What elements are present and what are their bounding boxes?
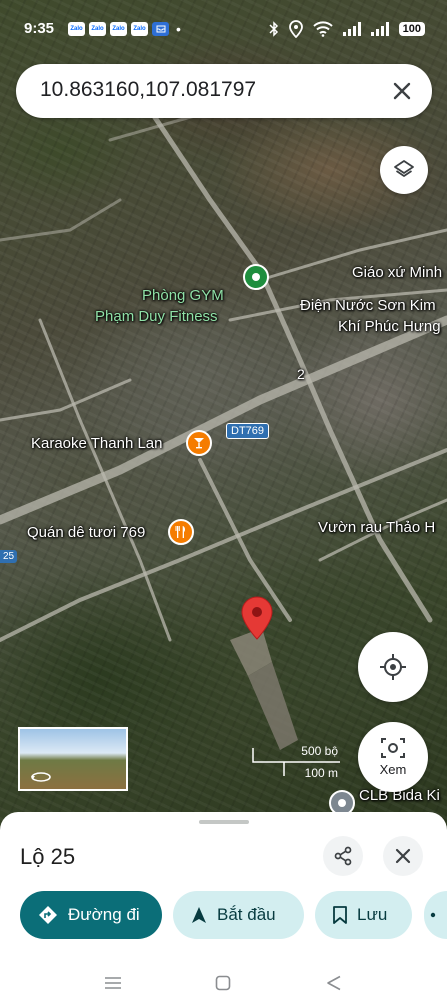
view-button[interactable]: Xem <box>358 722 428 792</box>
location-icon <box>288 20 303 38</box>
close-icon[interactable] <box>392 81 412 101</box>
map-scale: 500 bộ 100 m <box>252 744 342 780</box>
start-label: Bắt đầu <box>217 905 276 924</box>
battery-indicator: 100 <box>398 22 425 36</box>
zalo-icon: Zalo <box>89 22 106 36</box>
gym-pin-icon[interactable] <box>243 264 269 290</box>
close-icon <box>395 848 411 864</box>
tray-icon <box>156 25 165 33</box>
label-gym-line2[interactable]: Phạm Duy Fitness <box>95 308 218 325</box>
dropped-pin-icon[interactable] <box>241 596 273 640</box>
directions-button[interactable]: Đường đi <box>20 891 162 939</box>
wifi-icon <box>312 21 333 37</box>
scale-imperial: 500 bộ <box>301 744 338 758</box>
zalo-icon: Zalo <box>131 22 148 36</box>
pin-dot-icon <box>252 273 260 281</box>
zalo-icon: Zalo <box>110 22 127 36</box>
recent-apps-icon[interactable] <box>104 976 122 990</box>
street-view-camera-icon <box>381 738 405 758</box>
label-khi-phuc-hung[interactable]: Khí Phúc Hưng <box>338 318 441 335</box>
label-giao-xu[interactable]: Giáo xứ Minh <box>352 264 442 281</box>
satellite-map[interactable]: Giáo xứ Minh Phòng GYM Phạm Duy Fitness … <box>0 0 447 830</box>
label-karaoke[interactable]: Karaoke Thanh Lan <box>31 435 163 452</box>
notification-icons: Zalo Zalo Zalo Zalo • <box>68 22 181 36</box>
start-button[interactable]: Bắt đầu <box>173 891 304 939</box>
search-bar[interactable]: 10.863160,107.081797 <box>16 64 432 118</box>
more-dots-icon <box>430 912 436 918</box>
signal-icon-2 <box>370 22 389 36</box>
system-navigation-bar <box>0 964 447 1000</box>
my-location-button[interactable] <box>358 632 428 702</box>
search-query[interactable]: 10.863160,107.081797 <box>40 78 256 102</box>
place-bottom-sheet[interactable]: Lộ 25 Đường đi Bắt đầu Lưu <box>0 812 447 1000</box>
save-label: Lưu <box>357 905 388 924</box>
close-sheet-button[interactable] <box>383 836 423 876</box>
my-location-icon <box>380 654 406 680</box>
directions-icon <box>39 906 57 924</box>
label-vuon-rau[interactable]: Vườn rau Thảo H <box>318 519 435 536</box>
home-icon[interactable] <box>215 975 231 991</box>
road-network <box>0 68 447 750</box>
street-view-thumbnail[interactable] <box>18 727 128 791</box>
fork-knife-icon <box>175 526 186 538</box>
pin-dot-icon <box>338 799 346 807</box>
karaoke-pin-icon[interactable] <box>186 430 212 456</box>
road-shield-dt769: DT769 <box>226 423 270 439</box>
share-icon <box>334 846 352 866</box>
place-title: Lộ 25 <box>20 844 76 869</box>
status-bar: 9:35 Zalo Zalo Zalo Zalo • 100 <box>0 0 447 56</box>
road-number-label: 2 <box>297 366 305 382</box>
label-dien-nuoc[interactable]: Điện Nước Sơn Kim <box>300 297 436 314</box>
layers-button[interactable] <box>380 146 428 194</box>
drag-handle[interactable] <box>199 820 249 824</box>
share-button[interactable] <box>323 836 363 876</box>
bluetooth-icon <box>269 21 278 37</box>
signal-icon <box>342 22 361 36</box>
navigation-arrow-icon <box>192 907 206 923</box>
save-button[interactable]: Lưu <box>315 891 412 939</box>
cocktail-icon <box>194 438 204 449</box>
directions-label: Đường đi <box>68 905 140 924</box>
scale-metric: 100 m <box>304 766 338 780</box>
restaurant-pin-icon[interactable] <box>168 519 194 545</box>
label-gym-line1[interactable]: Phòng GYM <box>142 287 224 304</box>
more-actions-button[interactable] <box>424 891 447 939</box>
zalo-icon: Zalo <box>68 22 85 36</box>
label-quan-de[interactable]: Quán dê tươi 769 <box>27 524 145 541</box>
status-right-icons: 100 <box>269 20 425 38</box>
more-notifications-dot: • <box>176 21 181 37</box>
bookmark-icon <box>333 906 347 924</box>
back-icon[interactable] <box>326 975 342 991</box>
layers-icon <box>394 160 414 177</box>
view-label: Xem <box>379 762 407 777</box>
edge-road-shield: 25 <box>0 550 18 563</box>
clear-search-button[interactable] <box>386 75 418 107</box>
360-view-icon <box>31 772 51 782</box>
status-time: 9:35 <box>24 20 55 37</box>
message-app-icon <box>152 22 169 36</box>
